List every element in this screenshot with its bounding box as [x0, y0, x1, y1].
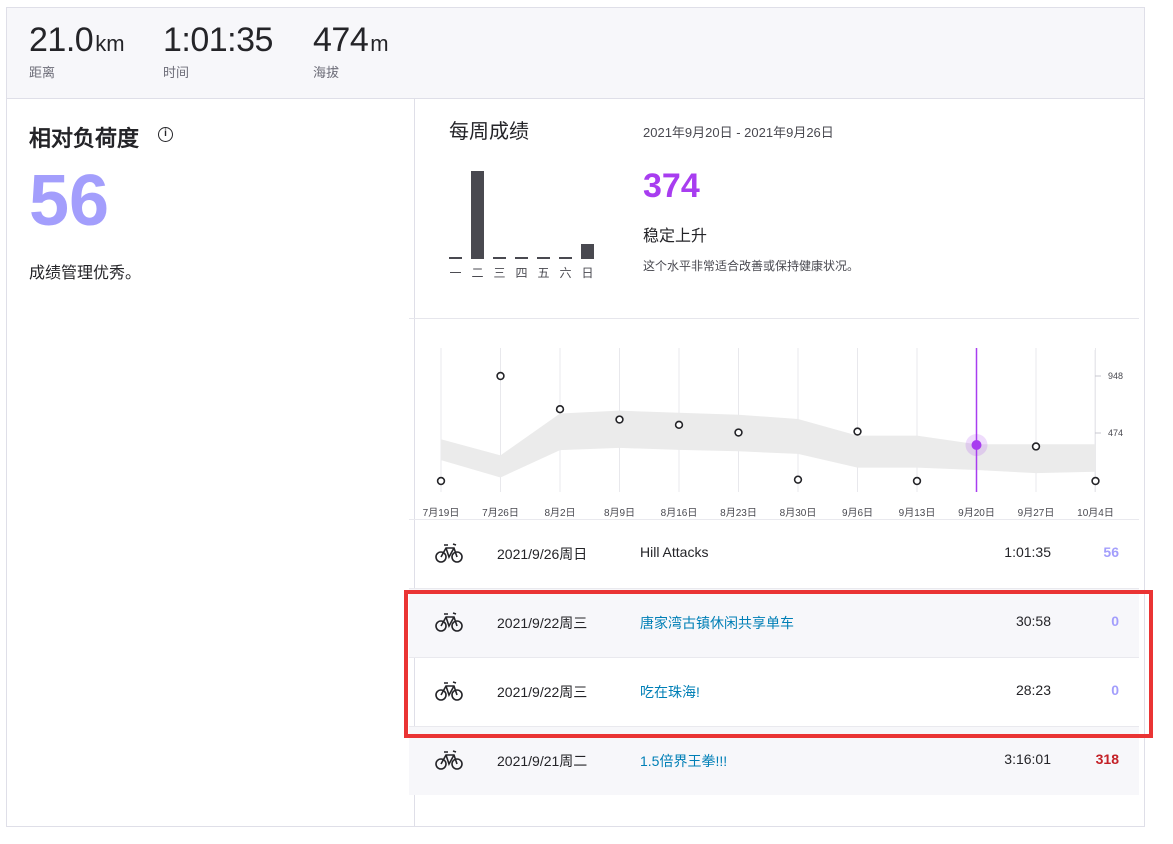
trend-x-tick-label: 9月27日 — [1018, 507, 1055, 519]
weekly-bar-empty — [559, 257, 572, 259]
activity-name[interactable]: 1.5倍界王拳!!! — [640, 751, 727, 771]
weekly-bar-empty — [537, 257, 550, 259]
stat-elevation-unit: m — [370, 31, 389, 56]
stat-time: 1:01:35 时间 — [163, 20, 275, 81]
trend-x-tick-label: 8月2日 — [544, 507, 575, 519]
activity-effort: 318 — [1095, 751, 1119, 767]
weekly-trend-chart[interactable]: 948 474 7月19日 7月26日 8月2日 8月9日 8月16日 8月23日 8月30日 9… — [409, 330, 1139, 520]
stat-time-label: 时间 — [163, 65, 190, 80]
activity-date: 2021/9/22周三 — [497, 615, 588, 631]
stat-distance-unit: km — [95, 31, 125, 56]
trend-x-tick-label: 9月13日 — [899, 507, 936, 519]
weekly-day-label: 五 — [537, 266, 550, 280]
activity-row[interactable]: 2021/9/26周日 Hill Attacks 1:01:35 56 — [409, 519, 1139, 588]
weekly-day-label: 二 — [471, 266, 484, 280]
trend-point — [436, 476, 446, 486]
trend-point — [912, 476, 922, 486]
weekly-status: 稳定上升 — [643, 228, 708, 245]
activity-time: 28:23 — [1015, 682, 1051, 698]
weekly-title: 每周成绩 — [449, 121, 529, 143]
trend-point — [1091, 476, 1100, 486]
activity-time: 30:58 — [1015, 613, 1051, 629]
weekly-bar-chart: 一二三四五六日 — [449, 161, 599, 281]
trend-x-tick-label: 7月26日 — [482, 507, 519, 519]
relative-effort-description: 成绩管理优秀。 — [29, 265, 142, 282]
activity-date: 2021/9/26周日 — [497, 546, 588, 562]
trend-y-tick-label: 474 — [1108, 428, 1123, 438]
trend-x-tick-label: 8月16日 — [661, 507, 698, 519]
bike-icon — [435, 681, 463, 701]
trend-point — [555, 404, 565, 414]
activity-time: 1:01:35 — [1004, 544, 1051, 560]
trend-point — [615, 415, 624, 424]
relative-effort-score: 56 — [29, 161, 110, 241]
trend-x-tick-label: 10月4日 — [1077, 507, 1114, 519]
bike-icon — [435, 750, 463, 770]
bike-icon — [435, 612, 463, 632]
weekly-bar — [471, 171, 484, 259]
activity-name[interactable]: Hill Attacks — [640, 544, 708, 560]
activity-effort: 0 — [1111, 613, 1119, 629]
trend-svg: 948 474 7月19日 7月26日 8月2日 8月9日 8月16日 8月23日 8月30日 9… — [423, 348, 1123, 519]
activity-name[interactable]: 唐家湾古镇休闲共享单车 — [640, 613, 794, 633]
weekly-day-label: 六 — [559, 266, 572, 280]
activity-name[interactable]: 吃在珠海! — [640, 682, 700, 702]
stat-elevation-value: 474 — [313, 21, 369, 59]
trend-x-tick-label: 7月19日 — [423, 507, 460, 519]
trend-point — [853, 427, 862, 436]
stat-elevation: 474m 海拔 — [313, 20, 389, 81]
trend-x-tick-label: 9月6日 — [842, 507, 873, 519]
trend-point — [734, 428, 743, 437]
stat-time-value: 1:01:35 — [163, 21, 273, 59]
weekly-bar-empty — [515, 257, 528, 259]
weekly-bar-empty — [449, 257, 462, 259]
bike-icon — [435, 543, 463, 563]
trend-y-tick-label: 948 — [1108, 371, 1123, 381]
trend-point — [496, 371, 505, 381]
weekly-day-label: 日 — [581, 266, 594, 280]
weekly-bar — [581, 244, 594, 259]
weekly-score: 374 — [643, 167, 700, 205]
stats-bar: 21.0km 距离 1:01:35 时间 474m 海拔 — [7, 8, 1144, 99]
weekly-day-label: 四 — [515, 266, 528, 280]
weekly-day-label: 三 — [493, 266, 506, 280]
activity-row[interactable]: 2021/9/21周二 1.5倍界王拳!!! 3:16:01 318 — [409, 726, 1139, 795]
info-icon[interactable]: i — [158, 127, 173, 142]
weekly-summary: 每周成绩 一二三四五六日 2021年9月20日 - 2021年9月26日 374… — [409, 91, 1139, 319]
activity-date: 2021/9/21周二 — [497, 753, 588, 769]
trend-point — [1031, 442, 1041, 451]
trend-x-tick-label: 9月20日 — [958, 507, 995, 519]
trend-x-tick-label: 8月9日 — [604, 507, 635, 519]
activity-row[interactable]: 2021/9/22周三 唐家湾古镇休闲共享单车 30:58 0 — [409, 588, 1139, 657]
trend-point — [793, 475, 803, 484]
stat-elevation-label: 海拔 — [313, 65, 340, 80]
relative-effort-panel: 相对负荷度 i 56 成绩管理优秀。 — [7, 99, 415, 826]
activity-row[interactable]: 2021/9/22周三 吃在珠海! 28:23 0 — [409, 657, 1139, 726]
stat-distance: 21.0km 距离 — [29, 20, 125, 81]
weekly-day-label: 一 — [449, 266, 462, 280]
activity-date: 2021/9/22周三 — [497, 684, 588, 700]
stat-distance-value: 21.0 — [29, 21, 94, 59]
activity-effort: 0 — [1111, 682, 1119, 698]
trend-point-selected — [971, 440, 982, 451]
trend-point — [674, 420, 684, 430]
weekly-bar-empty — [493, 257, 506, 259]
relative-effort-title: 相对负荷度 — [29, 126, 140, 151]
activity-time: 3:16:01 — [1004, 751, 1051, 767]
trend-x-tick-label: 8月23日 — [720, 507, 757, 519]
activity-effort: 56 — [1103, 544, 1119, 560]
trend-range-band — [441, 410, 1096, 478]
weekly-note: 这个水平非常适合改善或保持健康状况。 — [643, 259, 860, 273]
weekly-date-range: 2021年9月20日 - 2021年9月26日 — [643, 125, 834, 140]
trend-x-tick-label: 8月30日 — [780, 507, 817, 519]
stat-distance-label: 距离 — [29, 65, 56, 80]
activity-list: 2021/9/26周日 Hill Attacks 1:01:35 56 2021… — [409, 519, 1139, 795]
